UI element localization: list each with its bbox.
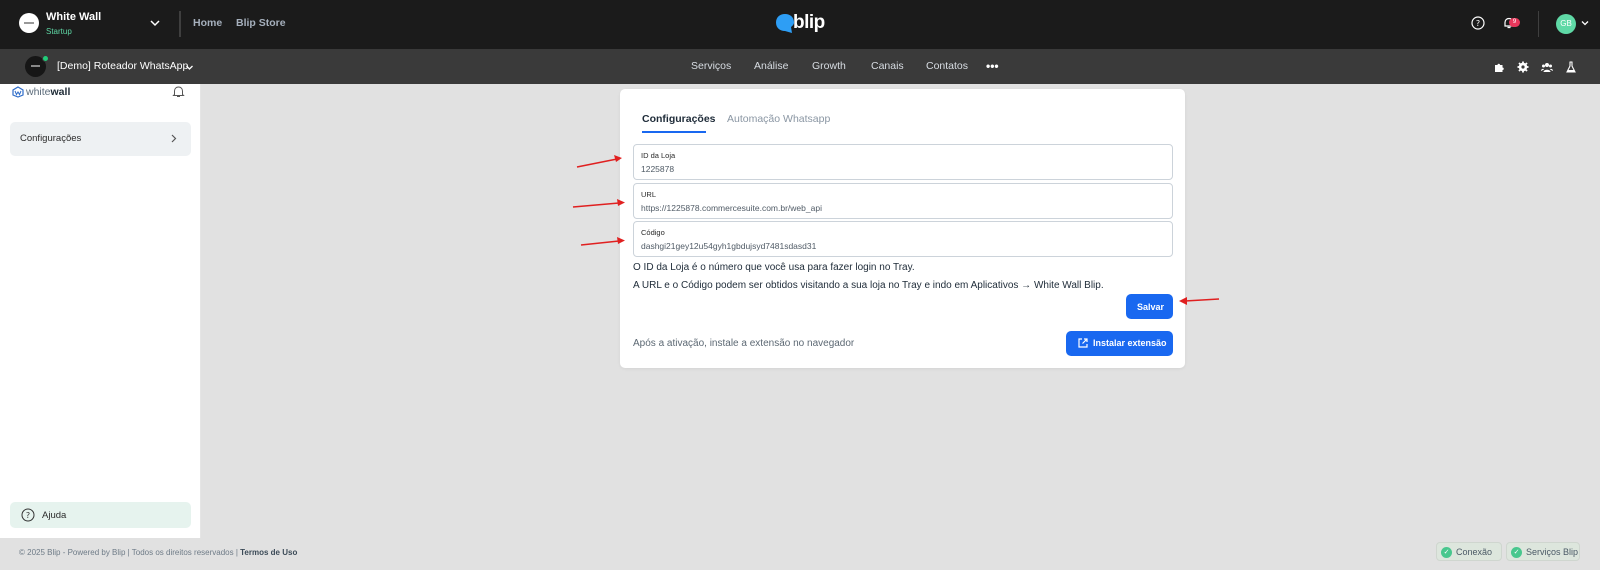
chevron-right-icon	[171, 134, 177, 143]
puzzle-icon[interactable]	[1493, 61, 1505, 73]
help-icon: ?	[21, 508, 35, 522]
help-button[interactable]: ? Ajuda	[10, 502, 191, 528]
sidebar-item-label: Configurações	[20, 133, 82, 144]
flask-icon[interactable]	[1565, 61, 1577, 73]
notification-badge: 9	[1509, 18, 1520, 27]
nav-canais[interactable]: Canais	[871, 60, 904, 72]
chevron-down-icon[interactable]	[148, 16, 162, 30]
code-field[interactable]: Código dashgi21gey12u54gyh1gbdujsyd7481s…	[633, 221, 1173, 257]
team-icon[interactable]	[1541, 61, 1553, 73]
external-link-icon	[1078, 338, 1088, 348]
url-field[interactable]: URL https://1225878.commercesuite.com.br…	[633, 183, 1173, 219]
terms-link[interactable]: Termos de Uso	[240, 548, 297, 557]
nav-contatos[interactable]: Contatos	[926, 60, 968, 72]
field-label: ID da Loja	[641, 151, 676, 160]
nav-growth[interactable]: Growth	[812, 60, 846, 72]
tab-configuracoes[interactable]: Configurações	[642, 113, 716, 125]
brand-name: blip	[793, 12, 825, 33]
online-indicator	[42, 55, 49, 62]
field-label: URL	[641, 190, 657, 199]
help-icon[interactable]: ?	[1471, 16, 1485, 30]
chevron-down-icon[interactable]	[1580, 18, 1590, 28]
check-icon: ✓	[1511, 547, 1522, 558]
url-code-help: A URL e o Código podem ser obtidos visit…	[633, 280, 1104, 291]
annotation-arrow-icon	[576, 155, 622, 168]
divider	[1538, 11, 1539, 37]
nav-analise[interactable]: Análise	[754, 60, 788, 72]
check-icon: ✓	[1441, 547, 1452, 558]
annotation-arrow-icon	[580, 237, 625, 246]
avatar[interactable]: GB	[1556, 14, 1576, 34]
tab-automacao-whatsapp[interactable]: Automação Whatsapp	[727, 113, 830, 125]
annotation-arrow-icon	[1179, 297, 1220, 305]
bot-name[interactable]: [Demo] Roteador WhatsApp	[57, 60, 188, 72]
store-id-field[interactable]: ID da Loja 1225878	[633, 144, 1173, 180]
org-name[interactable]: White Wall	[46, 11, 101, 23]
org-logo[interactable]	[19, 13, 39, 33]
home-link[interactable]: Home	[193, 17, 222, 29]
sidebar-item-configuracoes[interactable]: Configurações	[10, 122, 191, 156]
nav-servicos[interactable]: Serviços	[691, 60, 731, 72]
svg-text:?: ?	[26, 511, 30, 520]
more-icon[interactable]: •••	[986, 59, 999, 73]
gear-icon[interactable]	[1517, 61, 1529, 73]
svg-text:?: ?	[1476, 19, 1480, 28]
field-value: https://1225878.commercesuite.com.br/web…	[641, 203, 822, 213]
field-value: dashgi21gey12u54gyh1gbdujsyd7481sdasd31	[641, 241, 817, 251]
field-label: Código	[641, 228, 665, 237]
store-id-help: O ID da Loja é o número que você usa par…	[633, 262, 915, 273]
install-extension-button[interactable]: Instalar extensão	[1066, 331, 1173, 356]
sub-navigation: [Demo] Roteador WhatsApp Serviços Anális…	[0, 49, 1600, 84]
after-activation-text: Após a ativação, instale a extensão no n…	[633, 338, 855, 349]
bell-icon[interactable]	[172, 85, 185, 98]
whitewall-logo: whitewall	[26, 86, 71, 98]
save-button[interactable]: Salvar	[1126, 294, 1173, 319]
chevron-down-icon[interactable]	[185, 63, 194, 72]
annotation-arrow-icon	[572, 199, 625, 208]
field-value: 1225878	[641, 164, 675, 174]
blip-store-link[interactable]: Blip Store	[236, 17, 286, 29]
org-plan: Startup	[46, 27, 72, 36]
divider	[179, 11, 181, 37]
help-label: Ajuda	[42, 510, 67, 521]
active-tab-indicator	[642, 131, 706, 133]
status-servicos-blip[interactable]: ✓ Serviços Blip	[1506, 542, 1580, 561]
status-conexao[interactable]: ✓ Conexão	[1436, 542, 1502, 561]
copyright-text: © 2025 Blip - Powered by Blip | Todos os…	[19, 548, 238, 557]
whitewall-logo-icon	[12, 86, 24, 98]
footer: © 2025 Blip - Powered by Blip | Todos os…	[19, 548, 297, 557]
